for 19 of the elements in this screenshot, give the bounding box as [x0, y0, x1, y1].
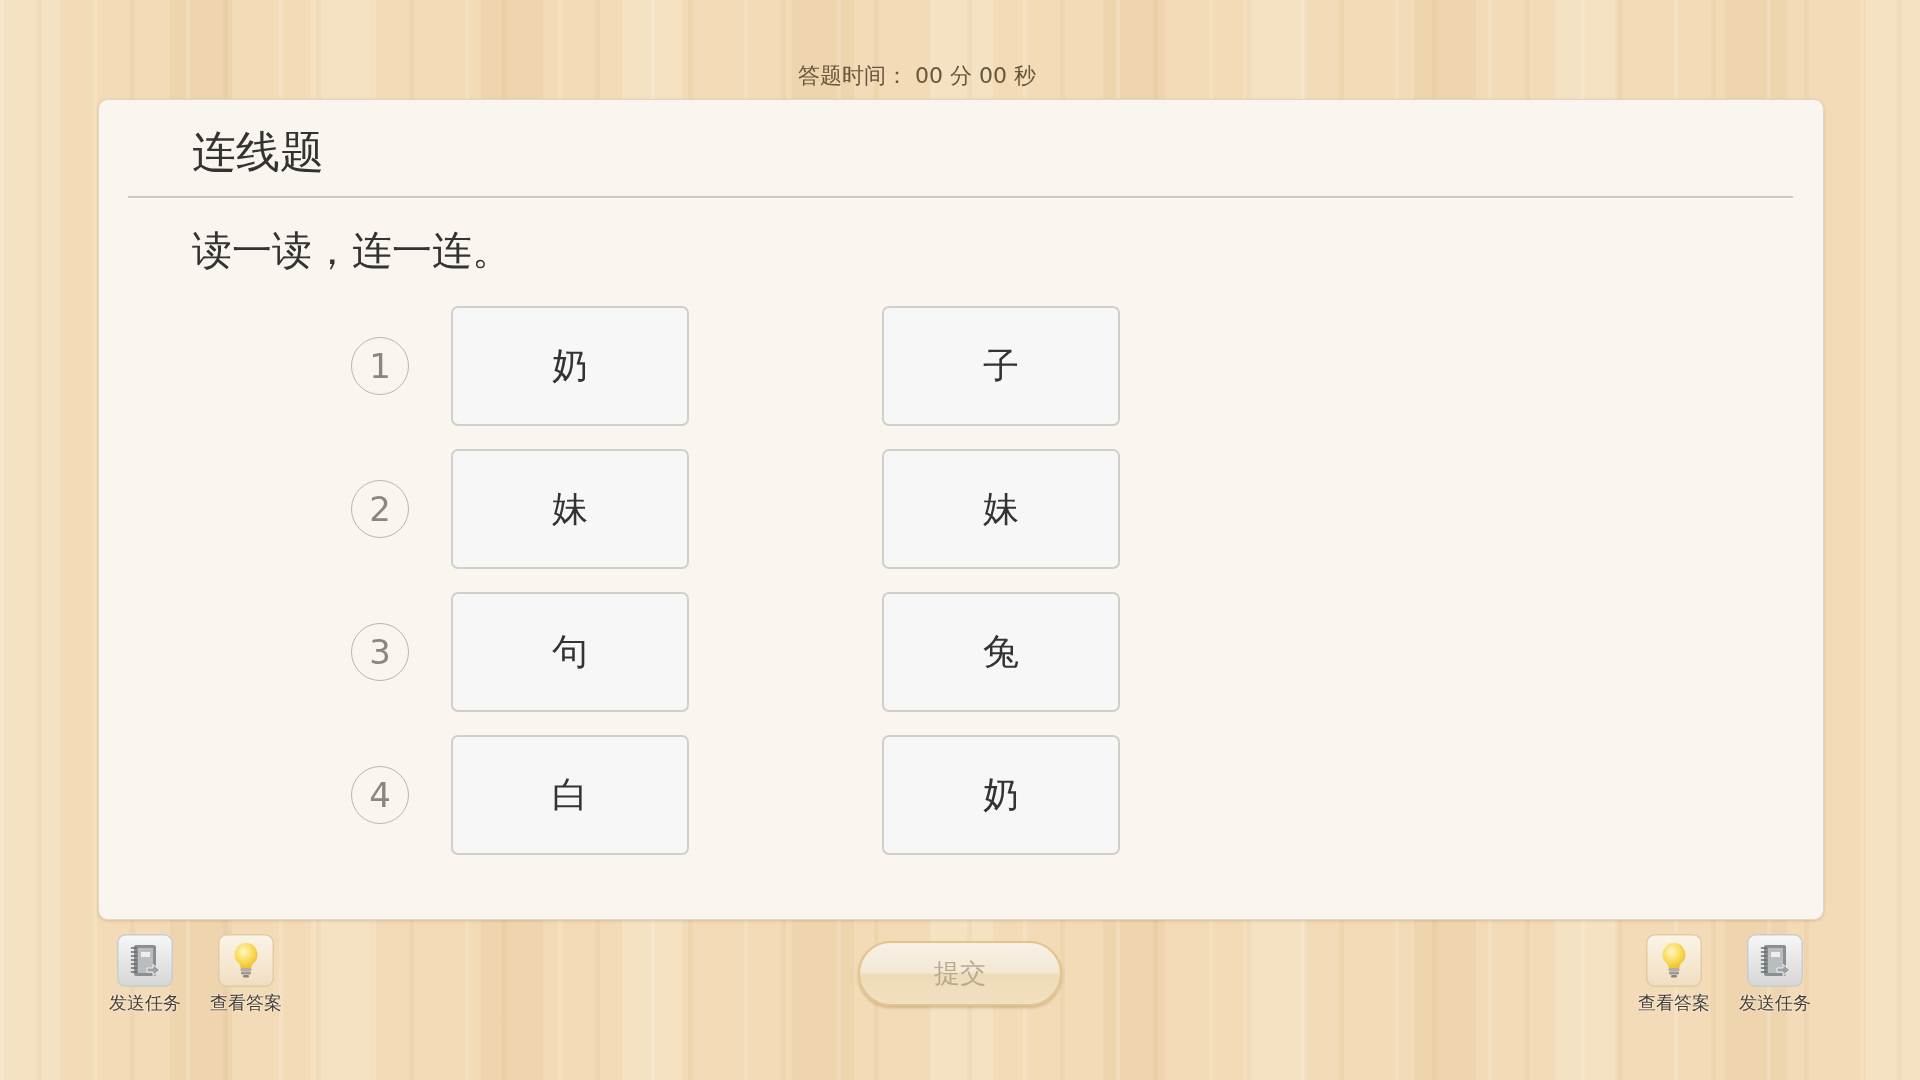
- word-tile[interactable]: 奶: [882, 735, 1120, 855]
- question-type-title: 连线题: [191, 125, 325, 179]
- word-tile[interactable]: 妹: [451, 449, 689, 569]
- timer-text: 答题时间： 00 分 00 秒: [798, 62, 1036, 90]
- word-tile[interactable]: 妹: [882, 449, 1120, 569]
- send-task-button[interactable]: 发送任务: [107, 934, 183, 1014]
- word-tile[interactable]: 兔: [882, 592, 1120, 712]
- lightbulb-icon: [1646, 934, 1702, 987]
- notebook-icon: [1747, 934, 1803, 987]
- word-tile[interactable]: 句: [451, 592, 689, 712]
- word-tile[interactable]: 白: [451, 735, 689, 855]
- send-task-button[interactable]: 发送任务: [1737, 934, 1813, 1014]
- instruction-text: 读一读，连一连。: [191, 226, 513, 275]
- lightbulb-icon: [218, 934, 274, 987]
- view-answer-button[interactable]: 查看答案: [1636, 934, 1712, 1014]
- notebook-icon: [117, 934, 173, 987]
- word-tile[interactable]: 奶: [451, 306, 689, 426]
- word-tile[interactable]: 子: [882, 306, 1120, 426]
- view-answer-button[interactable]: 查看答案: [208, 934, 284, 1014]
